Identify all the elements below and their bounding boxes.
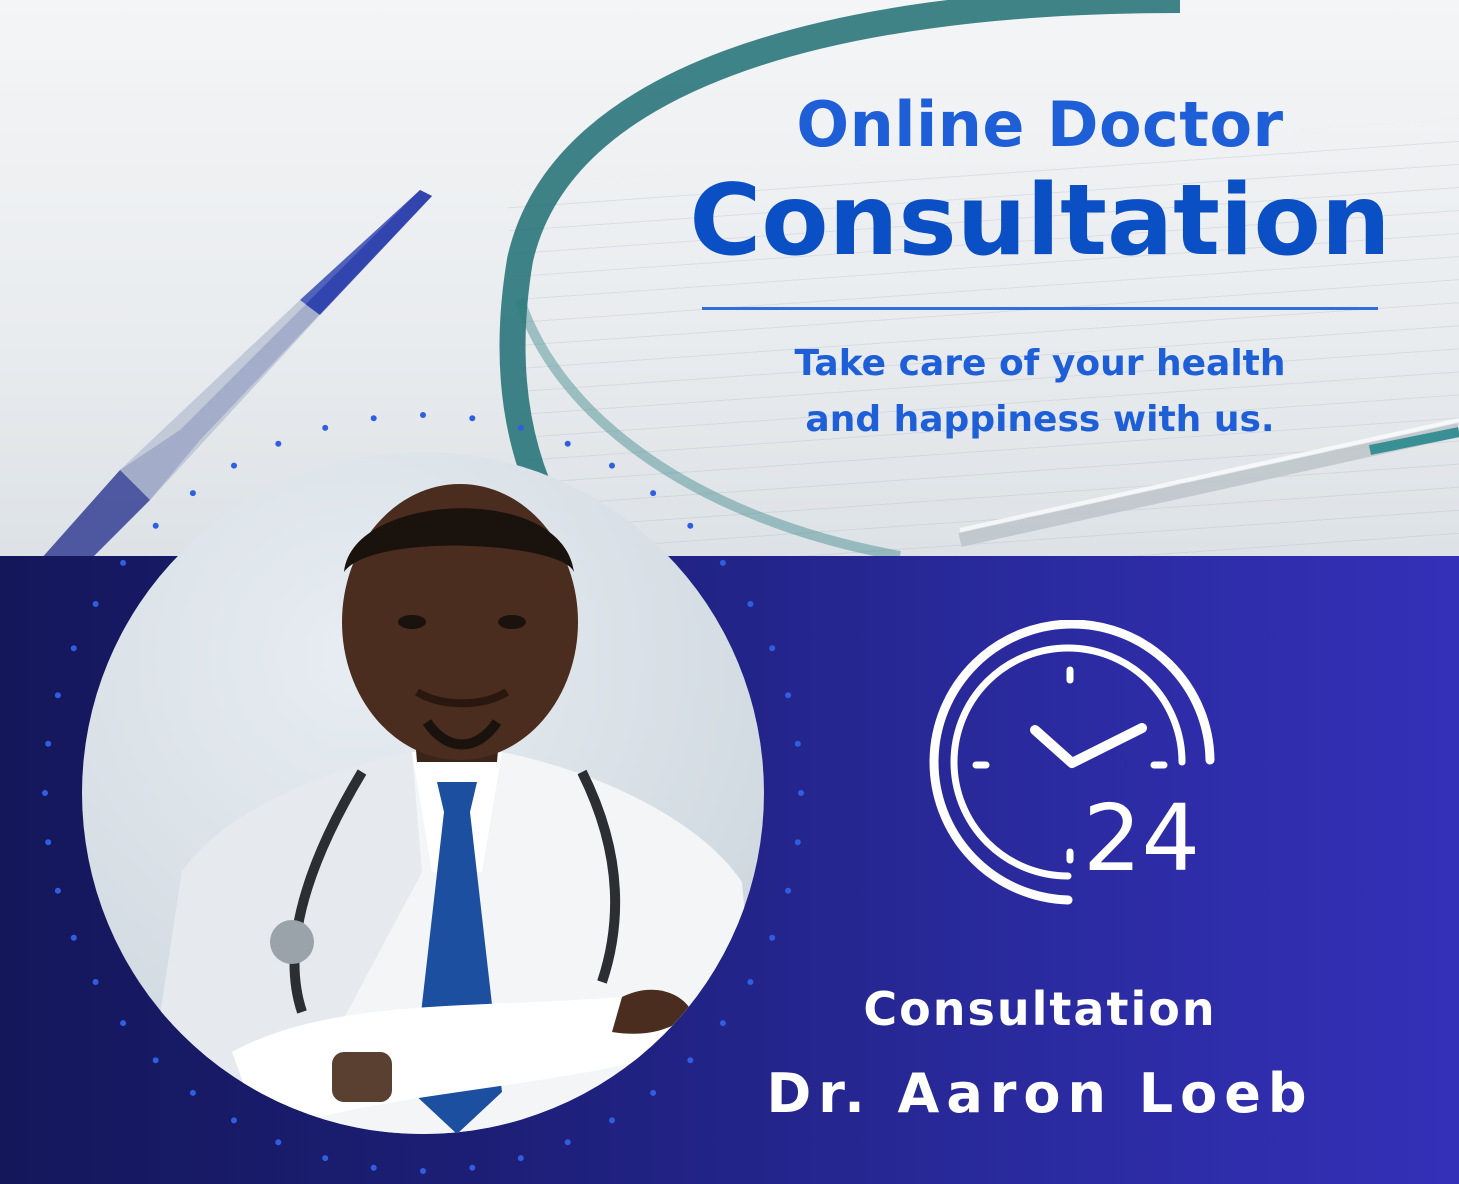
ring-dot (785, 692, 792, 699)
clock-24-icon: 24 (920, 619, 1240, 920)
ring-dot (45, 740, 52, 747)
ring-dot (92, 979, 99, 985)
ring-dot (469, 415, 476, 422)
ring-dot (719, 559, 726, 566)
doctor-illustration (142, 484, 764, 1134)
ring-dot (769, 645, 776, 652)
ring-dot (120, 559, 127, 566)
ring-dot (650, 490, 657, 497)
heading-online-doctor: Online Doctor (796, 88, 1284, 161)
ring-dot (747, 979, 754, 985)
ring-dot (794, 740, 801, 747)
tagline-line-1: Take care of your health (794, 343, 1286, 384)
ring-dot (42, 790, 48, 796)
ring-dot (92, 601, 99, 607)
ring-dot (747, 601, 754, 607)
ring-dot (650, 1089, 657, 1096)
ring-dot (517, 1155, 524, 1162)
ring-dot (120, 1020, 127, 1027)
ring-dot (609, 462, 615, 469)
ring-dot (322, 1155, 329, 1162)
ring-dot (70, 934, 77, 941)
ring-dot (275, 1139, 282, 1146)
ring-dot (189, 1089, 196, 1096)
ring-dot (687, 522, 694, 529)
ring-dot (370, 415, 377, 422)
ring-dot (70, 645, 77, 652)
doctor-name: Dr. Aaron Loeb (766, 1062, 1314, 1125)
ring-dot (189, 490, 196, 497)
consultation-label: Consultation (863, 982, 1217, 1036)
ring-dot (687, 1057, 694, 1064)
ring-dot (609, 1117, 615, 1124)
ring-dot (54, 692, 61, 699)
ring-dot (45, 839, 52, 846)
ring-dot (785, 887, 792, 894)
ring-dot (152, 1057, 159, 1064)
ring-dot (564, 1139, 571, 1146)
ring-dot (469, 1164, 476, 1171)
ring-dot (231, 1117, 237, 1124)
tagline-line-2: and happiness with us. (805, 398, 1275, 440)
ring-dot (152, 522, 159, 529)
ring-dot (517, 424, 524, 431)
ring-dot (54, 887, 61, 894)
ring-dot (564, 440, 571, 447)
ring-dot (719, 1020, 726, 1027)
heading-consultation: Consultation (689, 164, 1391, 278)
ring-dot (370, 1164, 377, 1171)
ring-dot (420, 1168, 426, 1174)
clock-24-number: 24 (1083, 785, 1200, 892)
ring-dot (322, 424, 329, 431)
tagline: Take care of your health and happiness w… (700, 336, 1380, 448)
ring-dot (420, 412, 426, 418)
heading-divider (702, 307, 1378, 310)
ring-dot (275, 440, 282, 447)
consultation-banner: Online Doctor Consultation Take care of … (0, 0, 1459, 1184)
ring-dot (231, 462, 237, 469)
ring-dot (798, 790, 804, 796)
doctor-portrait (82, 452, 764, 1134)
ring-dot (769, 934, 776, 941)
ring-dot (794, 839, 801, 846)
